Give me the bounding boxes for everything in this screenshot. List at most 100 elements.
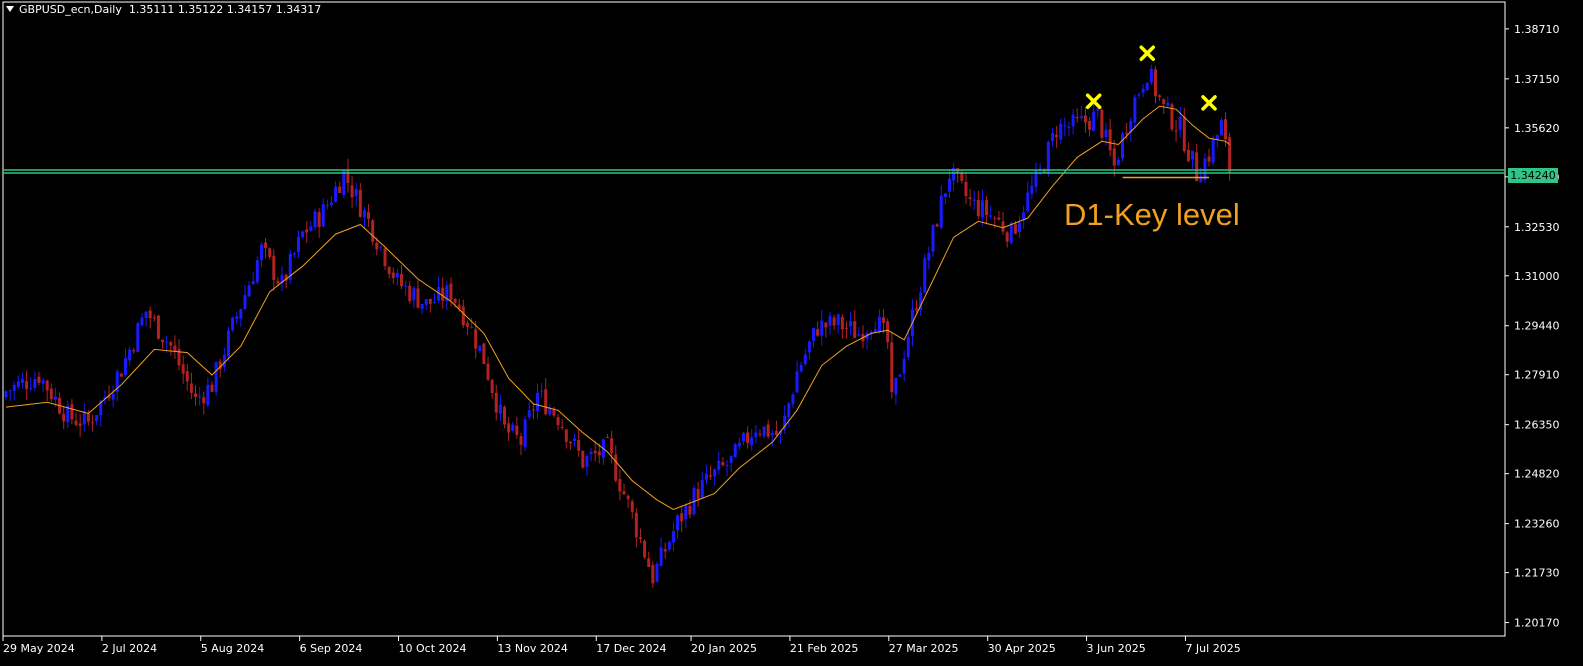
bull-candle xyxy=(1092,111,1096,132)
bear-candle xyxy=(148,310,152,319)
bear-candle xyxy=(1195,152,1199,181)
moving-average-line xyxy=(5,105,1230,511)
bull-candle xyxy=(989,215,993,217)
bull-candle xyxy=(923,258,927,293)
bear-candle xyxy=(993,217,997,219)
bear-candle xyxy=(1228,137,1232,173)
bull-candle xyxy=(548,408,552,415)
bear-candle xyxy=(358,189,362,217)
bear-candle xyxy=(638,537,642,539)
bull-candle xyxy=(857,334,861,336)
bear-candle xyxy=(816,329,820,336)
bear-candle xyxy=(181,364,185,374)
bear-candle xyxy=(774,430,778,435)
bull-candle xyxy=(1149,68,1153,83)
bull-candle xyxy=(41,379,45,384)
bear-candle xyxy=(461,306,465,326)
bull-candle xyxy=(140,317,144,326)
y-tick-label: 1.32530 xyxy=(1514,221,1560,234)
bull-candle xyxy=(733,444,737,458)
bull-candle xyxy=(165,341,169,343)
bull-candle xyxy=(704,473,708,480)
bull-candle xyxy=(412,288,416,301)
bull-candle xyxy=(1096,108,1100,111)
bull-candle xyxy=(12,384,16,391)
bear-candle xyxy=(189,383,193,394)
bear-candle xyxy=(317,212,321,227)
bull-candle xyxy=(729,455,733,463)
bear-candle xyxy=(1174,130,1178,132)
bull-candle xyxy=(700,479,704,498)
bear-candle xyxy=(276,280,280,284)
bear-candle xyxy=(400,273,404,287)
bear-candle xyxy=(305,229,309,233)
bear-candle xyxy=(375,242,379,250)
y-tick-label: 1.38710 xyxy=(1514,23,1560,36)
bear-candle xyxy=(37,376,41,383)
bull-candle xyxy=(795,371,799,393)
y-tick-label: 1.26350 xyxy=(1514,419,1560,432)
bull-candle xyxy=(259,244,263,261)
bull-candle xyxy=(297,236,301,253)
bull-candle xyxy=(53,396,57,400)
bear-candle xyxy=(766,424,770,437)
bear-candle xyxy=(1158,95,1162,98)
bear-candle xyxy=(935,224,939,227)
bull-candle xyxy=(1018,222,1022,232)
bull-candle xyxy=(725,464,729,466)
bull-candle xyxy=(762,426,766,436)
bear-candle xyxy=(890,342,894,393)
bear-candle xyxy=(1182,116,1186,152)
x-tick-label: 7 Jul 2025 xyxy=(1185,642,1240,655)
bear-candle xyxy=(152,317,156,319)
bull-candle xyxy=(671,531,675,543)
bear-candle xyxy=(1224,119,1228,140)
bear-candle xyxy=(49,388,53,400)
bull-candle xyxy=(20,378,24,383)
bear-candle xyxy=(515,425,519,435)
bear-candle xyxy=(408,285,412,302)
bull-candle xyxy=(1104,129,1108,137)
bear-candle xyxy=(428,298,432,304)
bull-candle xyxy=(511,424,515,431)
bear-candle xyxy=(688,506,692,515)
bull-candle xyxy=(198,396,202,398)
bear-candle xyxy=(593,450,597,454)
bear-candle xyxy=(614,454,618,481)
y-tick-label: 1.37150 xyxy=(1514,73,1560,86)
bull-candle xyxy=(717,460,721,470)
bull-candle xyxy=(877,316,881,332)
bull-candle xyxy=(770,433,774,436)
bull-candle xyxy=(1026,192,1030,211)
bear-candle xyxy=(383,248,387,267)
bull-candle xyxy=(894,377,898,395)
bear-candle xyxy=(25,381,29,389)
dropdown-triangle-icon[interactable] xyxy=(6,6,14,12)
bear-candle xyxy=(74,420,78,425)
bull-candle xyxy=(927,253,931,261)
bull-candle xyxy=(787,403,791,417)
bear-candle xyxy=(1162,99,1166,105)
bull-candle xyxy=(498,404,502,414)
bear-candle xyxy=(746,432,750,444)
bear-candle xyxy=(544,389,548,415)
bear-candle xyxy=(78,423,82,427)
bull-candle xyxy=(667,542,671,550)
bull-candle xyxy=(239,309,243,319)
bear-candle xyxy=(156,315,160,339)
chart-area[interactable]: 1.387101.371501.356201.340901.325301.310… xyxy=(0,0,1583,666)
bull-candle xyxy=(713,469,717,477)
bull-candle xyxy=(754,432,758,438)
price-chart[interactable]: 1.387101.371501.356201.340901.325301.310… xyxy=(0,0,1583,666)
bull-candle xyxy=(255,260,259,283)
bear-candle xyxy=(441,287,445,301)
bull-candle xyxy=(1063,125,1067,127)
bear-candle xyxy=(1075,117,1079,119)
bear-candle xyxy=(391,272,395,278)
bull-candle xyxy=(334,186,338,202)
bull-candle xyxy=(931,224,935,252)
y-tick-label: 1.31000 xyxy=(1514,270,1560,283)
bull-candle xyxy=(325,204,329,206)
bear-candle xyxy=(853,321,857,338)
bull-candle xyxy=(478,345,482,351)
